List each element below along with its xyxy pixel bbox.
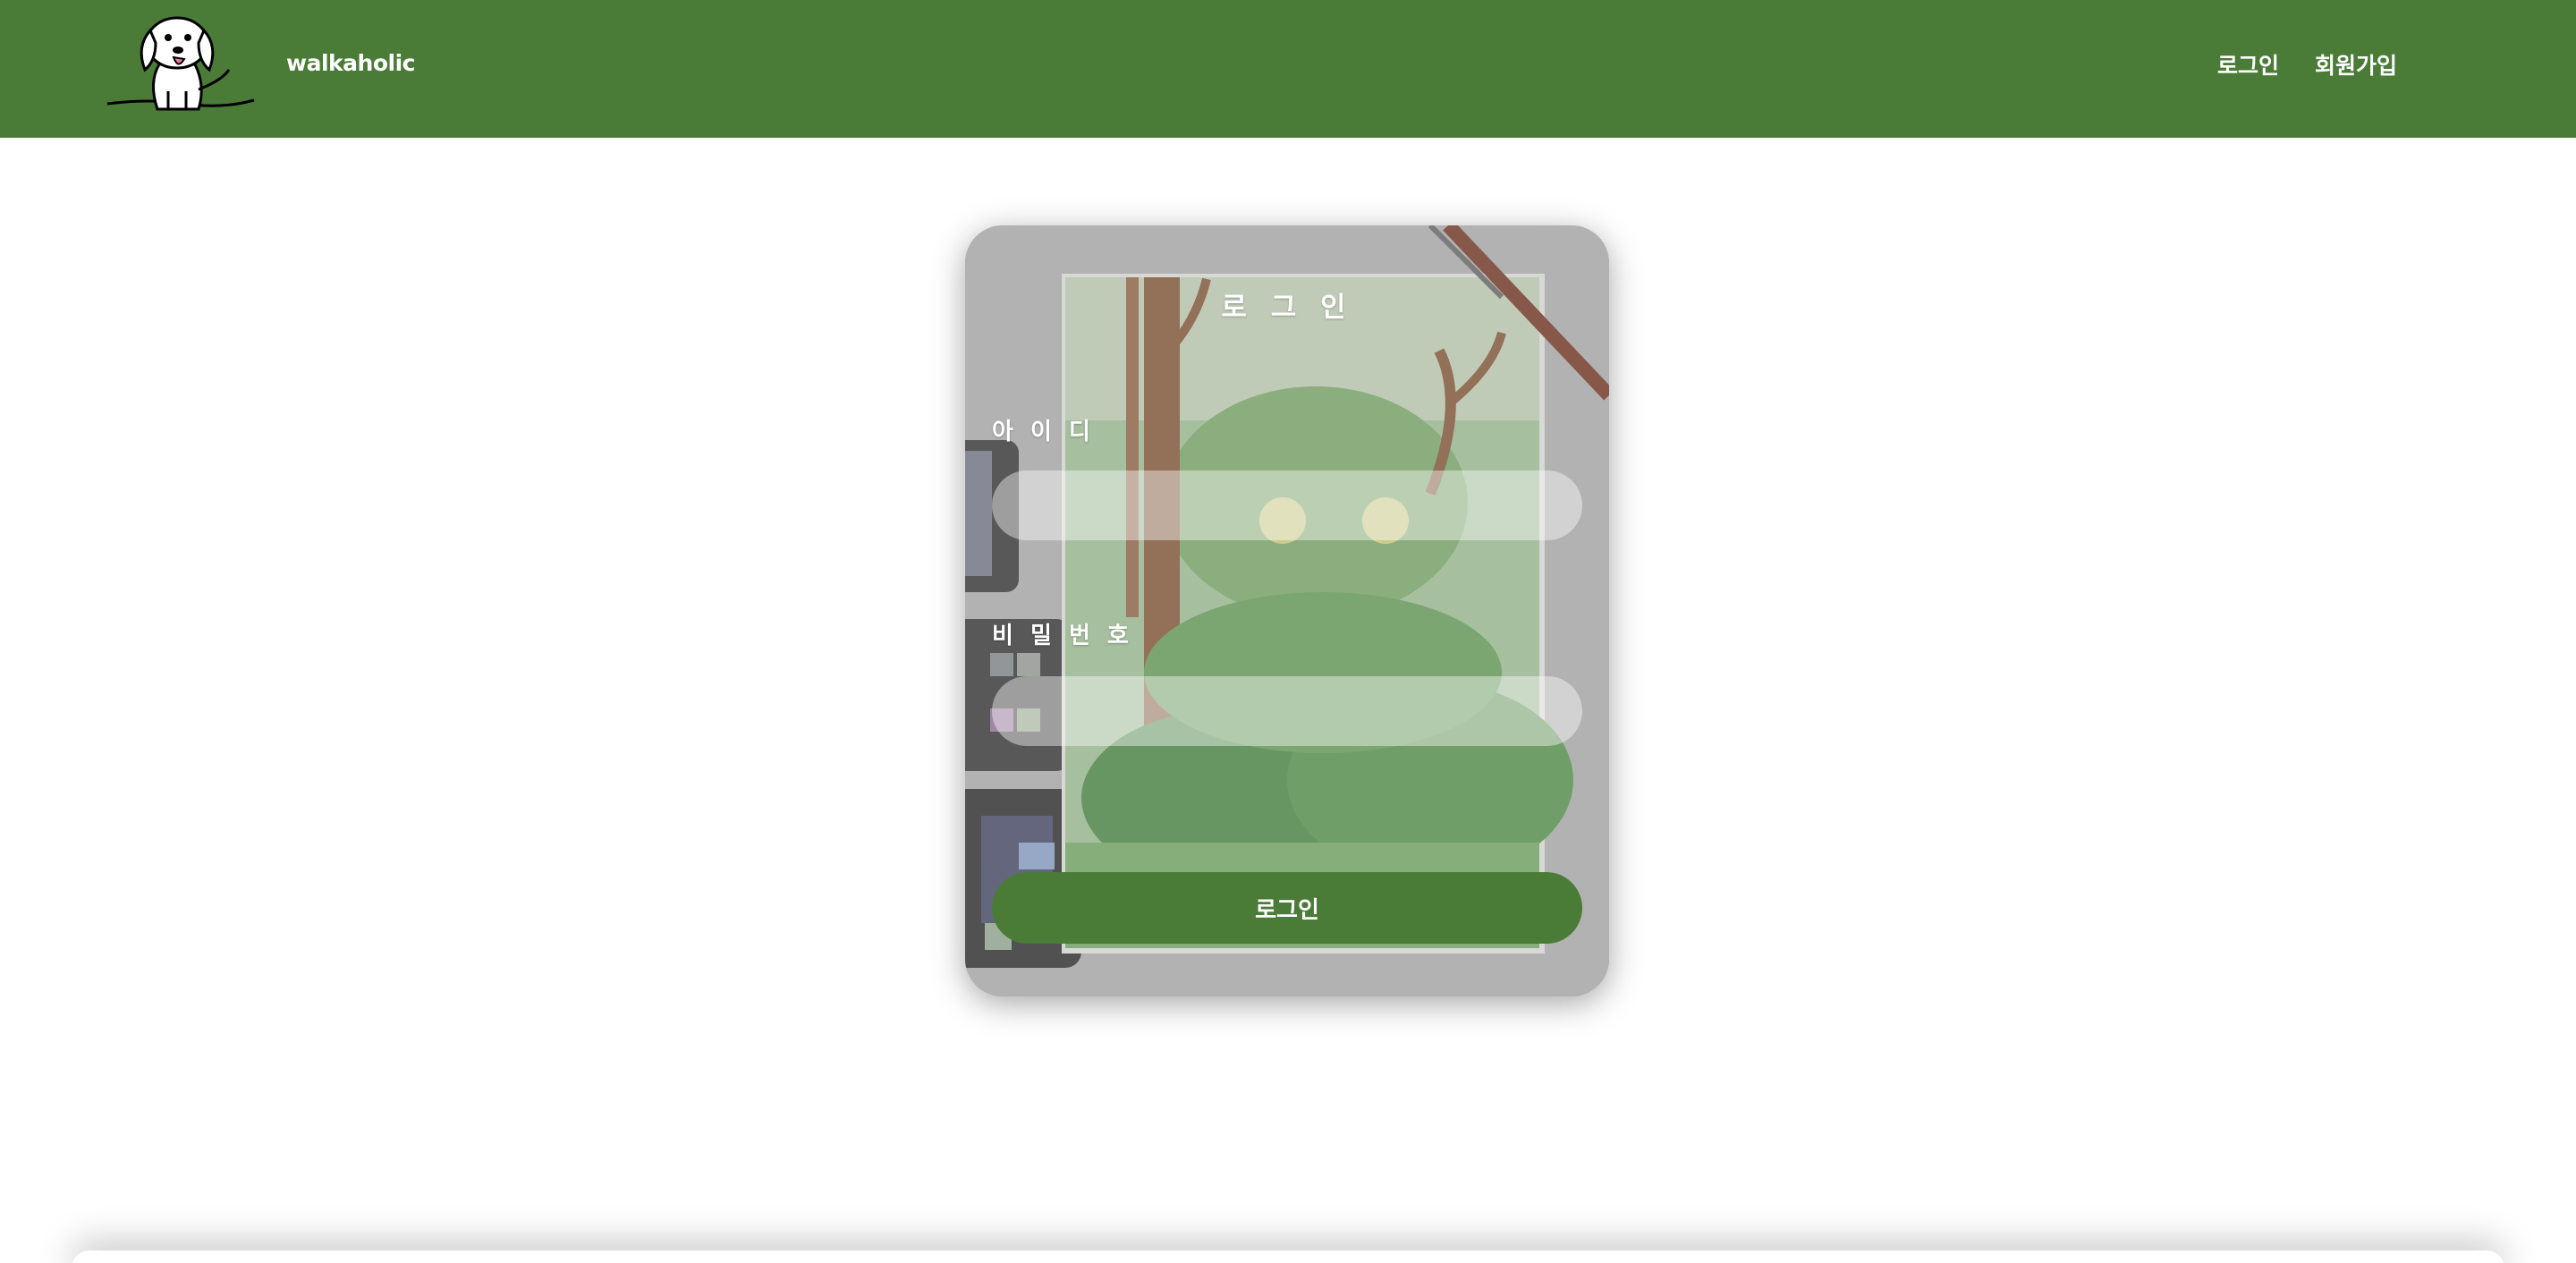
- login-card: 로 그 인 아 이 디 비 밀 번 호 로그인: [965, 225, 1609, 996]
- id-label: 아 이 디: [992, 419, 1095, 445]
- nav-login-link[interactable]: 로그인: [2217, 48, 2279, 81]
- footer-edge: [72, 1250, 2504, 1263]
- top-nav: 로그인 회원가입: [2217, 48, 2397, 81]
- top-navbar: walkaholic 로그인 회원가입: [0, 0, 2576, 138]
- password-input[interactable]: [992, 676, 1582, 746]
- dog-logo-icon[interactable]: [106, 11, 256, 122]
- login-submit-button[interactable]: 로그인: [992, 872, 1582, 944]
- password-label: 비 밀 번 호: [992, 623, 1133, 649]
- id-input[interactable]: [992, 470, 1582, 540]
- brand-name[interactable]: walkaholic: [286, 50, 415, 76]
- nav-signup-link[interactable]: 회원가입: [2315, 48, 2397, 81]
- login-title: 로 그 인: [1221, 292, 1353, 324]
- page: walkaholic 로그인 회원가입 로 그 인 아 이 디 비 밀 번 호 …: [0, 0, 2576, 1263]
